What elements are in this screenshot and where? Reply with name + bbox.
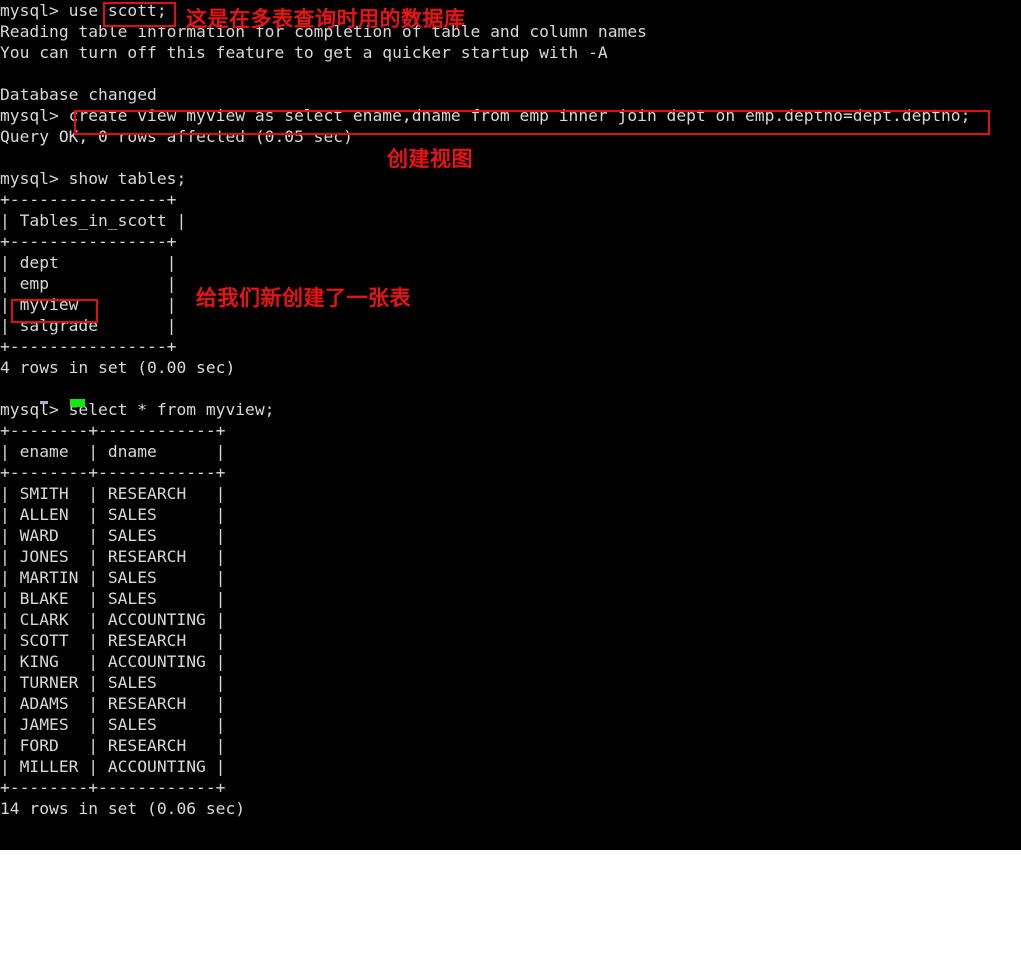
terminal-cursor-tick bbox=[40, 401, 48, 404]
annotation-database-note: 这是在多表查询时用的数据库 bbox=[186, 7, 466, 31]
terminal-output: mysql> use scott; Reading table informat… bbox=[0, 1, 971, 818]
terminal-window[interactable]: mysql> use scott; Reading table informat… bbox=[0, 0, 1021, 850]
annotation-create-view-note: 创建视图 bbox=[387, 147, 473, 171]
annotation-new-table-note: 给我们新创建了一张表 bbox=[196, 286, 411, 310]
terminal-cursor-block bbox=[70, 399, 85, 407]
page-whitespace bbox=[0, 850, 1021, 959]
screenshot-root: mysql> use scott; Reading table informat… bbox=[0, 0, 1021, 959]
